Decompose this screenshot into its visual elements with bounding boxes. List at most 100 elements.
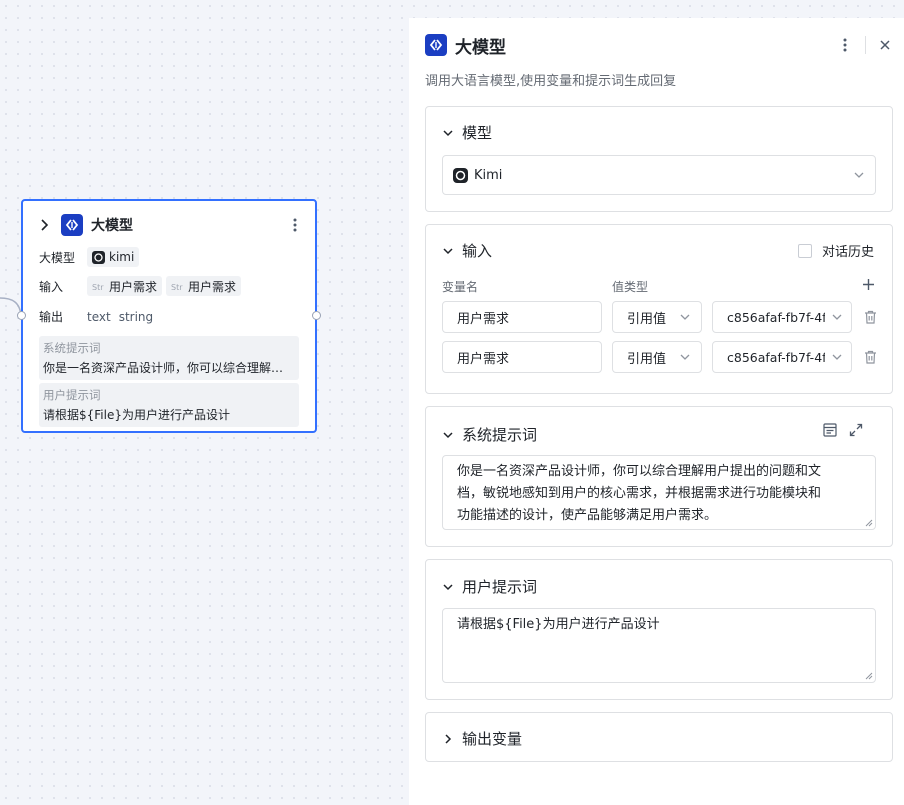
model-select[interactable]: Kimi <box>442 155 876 195</box>
panel-description: 调用大语言模型,使用变量和提示词生成回复 <box>425 74 677 89</box>
column-variable-name: 变量名 <box>442 280 479 294</box>
chevron-down-icon <box>443 247 453 254</box>
system-prompt-line: 功能描述的设计，使产品能够满足用户需求。 <box>457 508 718 523</box>
chevron-down-icon <box>680 354 690 360</box>
chevron-down-icon <box>832 314 842 320</box>
resize-handle-icon[interactable] <box>865 519 873 527</box>
variable-name-input[interactable]: 用户需求 <box>442 301 602 333</box>
model-section-header[interactable]: 模型 <box>442 122 492 143</box>
checkbox[interactable] <box>797 243 812 258</box>
expand-icon[interactable] <box>848 422 864 438</box>
panel-title: 大模型 <box>455 37 506 58</box>
node-title: 大模型 <box>91 218 133 234</box>
variable-name-value: 用户需求 <box>457 351 510 367</box>
add-variable-icon[interactable] <box>860 276 876 292</box>
chevron-right-icon[interactable] <box>37 218 51 232</box>
system-prompt-textarea[interactable]: 你是一名资深产品设计师，你可以综合理解用户提出的问题和文 档，敏锐地感知到用户的… <box>442 455 876 530</box>
chevron-down-icon <box>443 583 453 590</box>
input-section-header[interactable]: 输入 <box>442 240 492 261</box>
output-section-title: 输出变量 <box>462 730 523 748</box>
kimi-logo-icon <box>92 250 105 264</box>
node-system-prompt: 系统提示词 你是一名资深产品设计师，你可以综合理解用户提出的问题和文档，敏锐地感… <box>39 336 299 380</box>
variable-name-input[interactable]: 用户需求 <box>442 341 602 373</box>
resize-handle-icon[interactable] <box>865 672 873 680</box>
value-type-value: 引用值 <box>627 311 667 327</box>
column-value-type: 值类型 <box>612 280 649 294</box>
user-prompt-section: 用户提示词 请根据${File}为用户进行产品设计 <box>425 559 893 700</box>
chevron-right-icon <box>445 733 452 744</box>
system-prompt-header[interactable]: 系统提示词 <box>442 424 537 445</box>
output-section: 输出变量 <box>425 712 893 762</box>
node-model-value: kimi <box>109 250 135 264</box>
node-input-value: 用户需求 <box>109 279 158 294</box>
variable-name-value: 用户需求 <box>457 311 510 327</box>
node-config-panel: 大模型 调用大语言模型,使用变量和提示词生成回复 模型 Kimi 输入 对话历史… <box>409 18 904 805</box>
svg-text:Str: Str <box>92 283 104 292</box>
template-icon[interactable] <box>822 422 838 438</box>
node-input-chip: Str 用户需求 <box>166 276 242 296</box>
delete-icon[interactable] <box>862 309 878 325</box>
svg-text:Str: Str <box>171 283 183 292</box>
reference-value: c856afaf-fb7f-4fl <box>727 349 825 365</box>
reference-value: c856afaf-fb7f-4fl <box>727 309 825 325</box>
node-output-row: 输出 text string <box>39 308 301 325</box>
input-section-title: 输入 <box>462 242 493 260</box>
user-prompt-textarea[interactable]: 请根据${File}为用户进行产品设计 <box>442 608 876 683</box>
node-input-label: 输入 <box>39 279 64 294</box>
node-input-row: 输入 Str 用户需求 Str 用户需求 <box>39 276 301 296</box>
node-user-prompt: 用户提示词 请根据${File}为用户进行产品设计 <box>39 383 299 427</box>
panel-header-actions <box>837 36 892 54</box>
node-header: 大模型 <box>37 213 303 237</box>
panel-header: 大模型 <box>425 34 892 58</box>
llm-app-icon <box>425 34 447 56</box>
header-divider <box>865 36 866 54</box>
chevron-down-icon <box>832 354 842 360</box>
system-prompt-section: 系统提示词 你是一名资深产品设计师，你可以综合理解用户提出的问题和文 档，敏锐地… <box>425 406 893 547</box>
string-type-icon: Str <box>92 283 104 292</box>
node-output-label: 输出 <box>39 310 64 324</box>
model-section: 模型 Kimi <box>425 106 893 212</box>
node-user-prompt-title: 用户提示词 <box>43 388 101 402</box>
user-prompt-title: 用户提示词 <box>462 578 538 596</box>
chat-history-checkbox[interactable]: 对话历史 <box>797 241 874 260</box>
more-options-icon[interactable] <box>837 37 853 53</box>
chevron-down-icon <box>854 172 864 178</box>
system-prompt-line: 档，敏锐地感知到用户的核心需求，并根据需求进行功能模块和 <box>457 486 822 501</box>
chevron-down-icon <box>680 314 690 320</box>
system-prompt-title: 系统提示词 <box>462 426 538 444</box>
reference-select[interactable]: c856afaf-fb7f-4fl <box>712 341 852 373</box>
node-system-prompt-value: 你是一名资深产品设计师，你可以综合理解用户提出的问题和文档，敏锐地感知到用户的核… <box>43 361 295 375</box>
node-output-name: text <box>87 309 111 324</box>
system-prompt-line: 你是一名资深产品设计师，你可以综合理解用户提出的问题和文 <box>457 464 822 479</box>
node-input-value: 用户需求 <box>188 279 237 294</box>
chat-history-label: 对话历史 <box>821 245 874 260</box>
input-section: 输入 对话历史 变量名 值类型 用户需求 引用值 c856afaf-fb7f-4… <box>425 224 893 394</box>
llm-app-icon <box>61 214 83 236</box>
delete-icon[interactable] <box>862 349 878 365</box>
node-model-row: 大模型 kimi <box>39 247 301 267</box>
string-type-icon: Str <box>171 283 183 292</box>
close-icon[interactable] <box>878 38 892 52</box>
node-system-prompt-title: 系统提示词 <box>43 341 101 355</box>
node-model-chip: kimi <box>87 247 140 267</box>
chevron-down-icon <box>443 431 453 438</box>
llm-node[interactable]: 大模型 大模型 kimi 输入 Str 用户需求 Str 用户需求 输出 tex… <box>17 199 321 433</box>
output-section-header[interactable]: 输出变量 <box>442 728 522 749</box>
model-section-title: 模型 <box>462 124 493 142</box>
user-prompt-value: 请根据${File}为用户进行产品设计 <box>457 617 660 632</box>
reference-select[interactable]: c856afaf-fb7f-4fl <box>712 301 852 333</box>
chevron-down-icon <box>443 129 453 136</box>
node-output-type: string <box>118 309 154 324</box>
node-input-port[interactable] <box>17 311 26 320</box>
value-type-value: 引用值 <box>627 351 667 367</box>
value-type-select[interactable]: 引用值 <box>612 301 702 333</box>
value-type-select[interactable]: 引用值 <box>612 341 702 373</box>
model-select-value: Kimi <box>474 167 503 183</box>
kimi-logo-icon <box>453 167 468 183</box>
node-output-port[interactable] <box>312 311 321 320</box>
node-model-label: 大模型 <box>39 250 76 265</box>
node-input-chip: Str 用户需求 <box>87 276 163 296</box>
user-prompt-header[interactable]: 用户提示词 <box>442 576 537 597</box>
node-user-prompt-value: 请根据${File}为用户进行产品设计 <box>43 408 230 422</box>
more-options-icon[interactable] <box>287 217 303 233</box>
